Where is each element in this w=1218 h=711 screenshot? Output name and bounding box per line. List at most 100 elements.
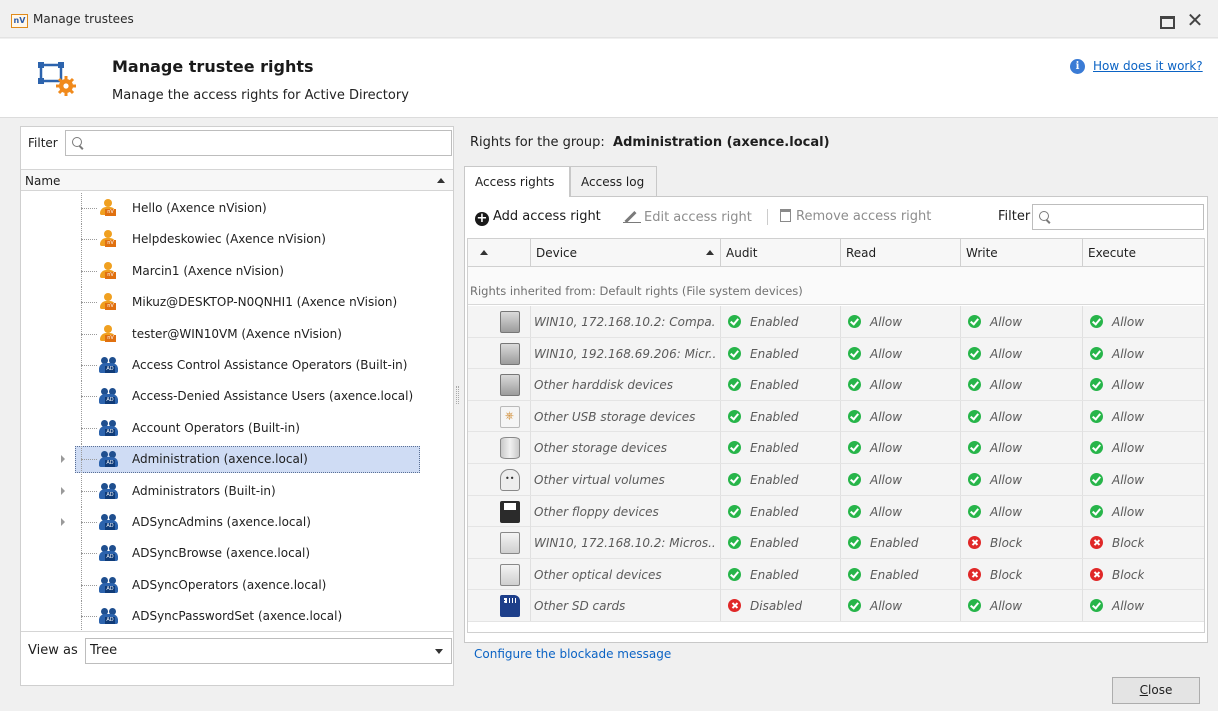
table-row[interactable]: Other USB storage devices Enabled Allow All… — [468, 400, 1204, 433]
tree-item[interactable]: AD Access-Denied Assistance Users (axence… — [21, 381, 453, 413]
check-circle-icon — [728, 504, 741, 518]
audit-cell: Enabled — [728, 567, 799, 582]
group-icon: AD — [99, 419, 119, 437]
execute-cell: Allow — [1090, 378, 1144, 392]
check-circle-icon — [848, 346, 861, 360]
read-cell: Allow — [848, 409, 902, 424]
tree-item[interactable]: nV Marcin1 (Axence nVision) — [21, 255, 453, 287]
column-divider — [720, 337, 721, 369]
column-divider — [530, 400, 531, 432]
tree-item[interactable]: AD Administrators (Built-in) — [21, 475, 453, 507]
chevron-right-icon[interactable] — [61, 455, 65, 464]
tree-item[interactable]: nV Hello (Axence nVision) — [21, 193, 453, 224]
execute-cell: Allow — [1090, 504, 1144, 519]
app-logo-icon: nV — [11, 14, 28, 28]
table-row[interactable]: WIN10, 192.168.69.206: Micr... Enabled All… — [468, 337, 1204, 370]
chevron-right-icon[interactable] — [61, 486, 65, 495]
column-divider — [1082, 400, 1083, 432]
storage-icon — [500, 437, 520, 460]
table-row[interactable]: Other virtual volumes Enabled Allow Allow Al… — [468, 464, 1204, 496]
check-circle-icon — [848, 378, 861, 392]
rights-filter-input[interactable] — [1032, 204, 1204, 230]
left-filter-input[interactable] — [65, 130, 452, 156]
maximize-button[interactable] — [1156, 10, 1176, 30]
tree-item[interactable]: AD ADSyncOperators (axence.local) — [21, 569, 453, 601]
table-row[interactable]: WIN10, 172.168.10.2: Micros... Enabled Ena… — [468, 527, 1204, 559]
remove-access-right-button[interactable]: Remove access right — [780, 209, 931, 224]
table-row[interactable]: Other harddisk devices Enabled Allow Allow A… — [468, 369, 1204, 401]
block-circle-icon — [1090, 536, 1103, 550]
write-value: Allow — [990, 504, 1023, 519]
write-cell: Allow — [968, 473, 1022, 487]
add-access-right-button[interactable]: + Add access right — [475, 209, 601, 226]
tree-item[interactable]: nV Mikuz@DESKTOP-N0QNHI1 (Axence nVision) — [21, 287, 453, 319]
read-cell: Allow — [848, 473, 902, 487]
how-does-it-work-link[interactable]: How does it work? — [1093, 59, 1203, 73]
column-divider — [840, 337, 841, 369]
device-cell: WIN10, 172.168.10.2: Micros... — [534, 536, 716, 551]
column-divider — [720, 558, 721, 590]
column-divider — [1082, 495, 1083, 527]
tree-item-label: ADSyncBrowse (axence.local) — [132, 546, 311, 561]
write-cell: Allow — [968, 409, 1022, 424]
configure-blockade-link[interactable]: Configure the blockade message — [474, 647, 671, 661]
column-device[interactable]: Device — [536, 246, 577, 260]
table-row[interactable]: WIN10, 172.168.10.2: Compa... Enabled Allo… — [468, 306, 1204, 338]
tree-item-label: Marcin1 (Axence nVision) — [132, 263, 284, 278]
tree-item[interactable]: AD ADSyncPasswordSet (axence.local) — [21, 601, 453, 631]
execute-cell: Allow — [1090, 409, 1145, 424]
check-circle-icon — [968, 441, 981, 455]
column-divider — [960, 337, 961, 369]
page-subtitle: Manage the access rights for Active Dire… — [112, 88, 409, 103]
tree-item[interactable]: AD Account Operators (Built-in) — [21, 412, 453, 444]
tab-access-rights[interactable]: Access rights — [464, 166, 570, 197]
tree-item[interactable]: nV tester@WIN10VM (Axence nVision) — [21, 318, 453, 350]
column-audit[interactable]: Audit — [726, 246, 757, 260]
execute-cell: Block — [1090, 567, 1144, 582]
selected-group-name: Administration (axence.local) — [613, 135, 830, 150]
table-row[interactable]: Other floppy devices Enabled Allow Allow All… — [468, 495, 1204, 528]
user-icon: nV — [99, 293, 119, 311]
panel-splitter[interactable] — [456, 386, 459, 404]
tree-item[interactable]: AD ADSyncAdmins (axence.local) — [21, 507, 453, 538]
read-value: Allow — [870, 599, 903, 614]
write-value: Allow — [990, 441, 1023, 456]
column-divider — [840, 432, 841, 464]
column-read[interactable]: Read — [846, 246, 876, 260]
close-window-button[interactable]: ✕ — [1185, 10, 1205, 30]
remove-access-right-label: Remove access right — [796, 209, 932, 224]
check-circle-icon — [728, 378, 741, 392]
read-cell: Enabled — [848, 567, 919, 582]
table-row[interactable]: Other storage devices Enabled Allow Allow Al… — [468, 432, 1204, 464]
search-icon — [1039, 211, 1051, 223]
execute-value: Block — [1112, 536, 1145, 551]
column-divider — [1082, 590, 1083, 622]
audit-cell: Enabled — [728, 315, 799, 329]
close-button[interactable]: Close — [1112, 677, 1200, 704]
column-divider — [1082, 432, 1083, 464]
column-divider — [840, 495, 841, 527]
table-row[interactable]: Other optical devices Enabled Enabled Block… — [468, 558, 1204, 591]
execute-value: Allow — [1112, 409, 1145, 424]
tree-item[interactable]: AD Administration (axence.local) — [21, 444, 453, 476]
write-cell: Allow — [968, 378, 1022, 392]
read-cell: Allow — [848, 441, 902, 455]
table-row[interactable]: Other SD cards Disabled Allow Allow Allow — [468, 590, 1204, 622]
tab-access-log[interactable]: Access log — [570, 166, 657, 196]
grid-header: Device Audit Read Write Execute — [468, 239, 1204, 267]
tree-item[interactable]: AD ADSyncBrowse (axence.local) — [21, 538, 453, 570]
audit-cell: Disabled — [728, 599, 802, 613]
execute-cell: Allow — [1090, 315, 1144, 329]
device-cell: WIN10, 172.168.10.2: Compa... — [534, 315, 716, 329]
chevron-right-icon[interactable] — [61, 518, 65, 526]
column-write[interactable]: Write — [966, 246, 998, 260]
column-execute[interactable]: Execute — [1088, 246, 1136, 260]
tree-item[interactable]: AD Access Control Assistance Operators (B… — [21, 350, 453, 381]
name-column-header[interactable]: Name — [21, 169, 453, 191]
column-divider — [960, 590, 961, 622]
tree-item[interactable]: nV Helpdeskowiec (Axence nVision) — [21, 224, 453, 256]
optical-drive-icon — [500, 532, 520, 555]
edit-access-right-button[interactable]: Edit access right — [623, 209, 752, 225]
view-as-select[interactable]: Tree — [85, 638, 452, 664]
group-sort-icon[interactable] — [480, 250, 488, 255]
